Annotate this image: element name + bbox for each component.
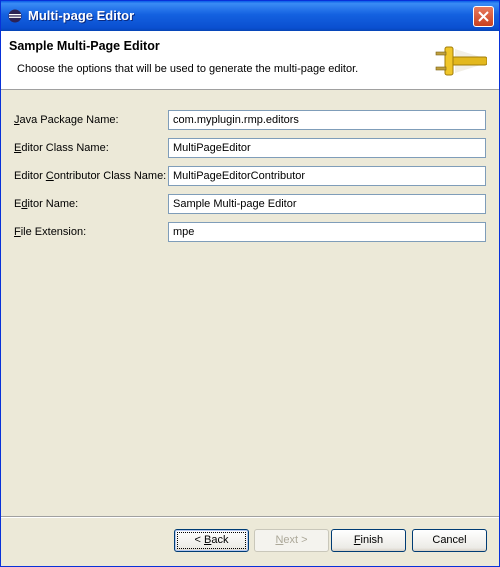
contributor-class-label: Editor Contributor Class Name: (14, 170, 167, 182)
finish-button[interactable]: Finish (331, 529, 406, 552)
contributor-class-row: Editor Contributor Class Name: (1, 166, 499, 186)
contributor-class-input[interactable] (168, 166, 486, 186)
editor-name-label: Editor Name: (14, 198, 79, 210)
plug-icon (435, 46, 487, 76)
cancel-button[interactable]: Cancel (412, 529, 487, 552)
footer-separator (1, 516, 499, 518)
file-extension-label: File Extension: (14, 226, 87, 238)
title-bar[interactable]: Multi-page Editor (1, 1, 499, 31)
page-description: Choose the options that will be used to … (17, 63, 359, 75)
editor-class-input[interactable] (168, 138, 486, 158)
java-package-input[interactable] (168, 110, 486, 130)
page-title: Sample Multi-Page Editor (9, 39, 160, 53)
close-button[interactable] (473, 6, 494, 27)
file-extension-input[interactable] (168, 222, 486, 242)
next-button[interactable]: Next > (254, 529, 329, 552)
wizard-header: Sample Multi-Page Editor Choose the opti… (1, 31, 499, 90)
close-icon (478, 11, 489, 22)
file-extension-row: File Extension: (1, 222, 499, 242)
back-button[interactable]: < Back (174, 529, 249, 552)
editor-name-row: Editor Name: (1, 194, 499, 214)
window-title: Multi-page Editor (28, 8, 135, 23)
eclipse-icon (8, 9, 22, 23)
java-package-row: Java Package Name: (1, 110, 499, 130)
editor-class-label: Editor Class Name: (14, 142, 109, 154)
java-package-label: Java Package Name: (14, 114, 119, 126)
editor-class-row: Editor Class Name: (1, 138, 499, 158)
editor-name-input[interactable] (168, 194, 486, 214)
wizard-window: Multi-page Editor Sample Multi-Page Edit… (0, 0, 500, 567)
